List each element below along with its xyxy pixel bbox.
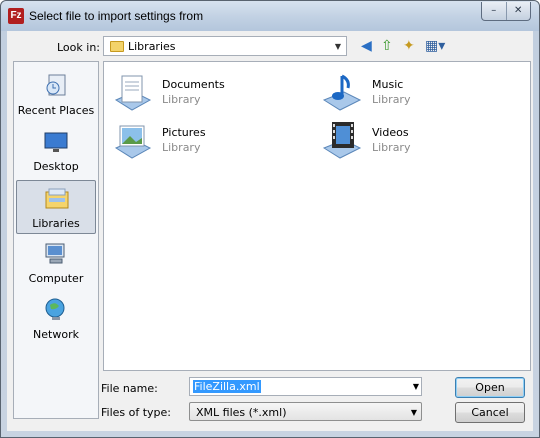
view-menu-icon[interactable]: ▦▾ [425,39,445,53]
cancel-button[interactable]: Cancel [455,402,525,423]
up-folder-icon[interactable]: ⇧ [381,39,393,53]
item-type: Library [372,141,411,154]
library-item-music[interactable]: Music Library [320,70,520,116]
minimize-button[interactable]: – [482,2,506,20]
new-folder-icon[interactable]: ✦ [403,39,415,53]
place-computer[interactable]: Computer [16,236,96,290]
file-name-field[interactable]: FileZilla.xml ▼ [189,377,422,396]
file-name-value[interactable]: FileZilla.xml [193,380,261,393]
look-in-label: Look in: [57,41,100,54]
dialog-body: Look in: Libraries ▼ ◀ ⇧ ✦ ▦▾ Recent Pla… [7,31,533,431]
window-controls: – ✕ [481,2,531,21]
look-in-value: Libraries [128,39,176,53]
library-item-videos[interactable]: Videos Library [320,118,520,164]
pictures-library-icon [114,125,152,159]
file-type-label: Files of type: [101,406,172,419]
chevron-down-icon[interactable]: ▼ [330,42,346,51]
music-library-icon [322,74,362,111]
computer-icon [45,243,65,264]
libraries-folder-icon [110,40,124,52]
place-label: Network [33,328,79,341]
item-type: Library [162,93,201,106]
libraries-icon [45,188,69,209]
videos-library-icon [322,122,362,159]
place-desktop[interactable]: Desktop [16,124,96,178]
recent-places-icon [46,74,66,96]
item-name: Music [372,78,404,91]
places-bar: Recent Places Desktop Libraries Computer… [13,61,99,419]
title-bar[interactable]: Fz Select file to import settings from –… [1,1,539,31]
item-name: Documents [162,78,225,91]
file-name-label: File name: [101,382,158,395]
open-button[interactable]: Open [455,377,525,398]
network-icon [45,298,65,320]
filezilla-icon: Fz [8,8,24,24]
file-type-select[interactable]: XML files (*.xml) ▼ [189,402,422,421]
place-label: Desktop [33,160,79,173]
documents-library-icon [114,75,152,111]
item-name: Videos [372,126,409,139]
dialog-window: Fz Select file to import settings from –… [0,0,540,438]
item-name: Pictures [162,126,206,139]
place-label: Computer [28,272,84,285]
place-label: Libraries [32,217,80,230]
item-type: Library [162,141,201,154]
window-title: Select file to import settings from [29,9,204,23]
close-button[interactable]: ✕ [505,2,531,20]
item-type: Library [372,93,411,106]
desktop-icon [44,132,68,152]
look-in-dropdown[interactable]: Libraries ▼ [103,36,347,56]
library-item-pictures[interactable]: Pictures Library [110,118,310,164]
place-libraries[interactable]: Libraries [16,180,96,234]
chevron-down-icon[interactable]: ▼ [413,382,419,391]
place-label: Recent Places [17,104,95,117]
chevron-down-icon[interactable]: ▼ [411,408,417,417]
file-type-value: XML files (*.xml) [196,406,287,419]
place-network[interactable]: Network [16,292,96,346]
file-list[interactable]: Documents Library Music Library Pictures… [103,61,531,371]
library-item-documents[interactable]: Documents Library [110,70,310,116]
place-recent-places[interactable]: Recent Places [16,68,96,122]
back-icon[interactable]: ◀ [361,39,372,53]
